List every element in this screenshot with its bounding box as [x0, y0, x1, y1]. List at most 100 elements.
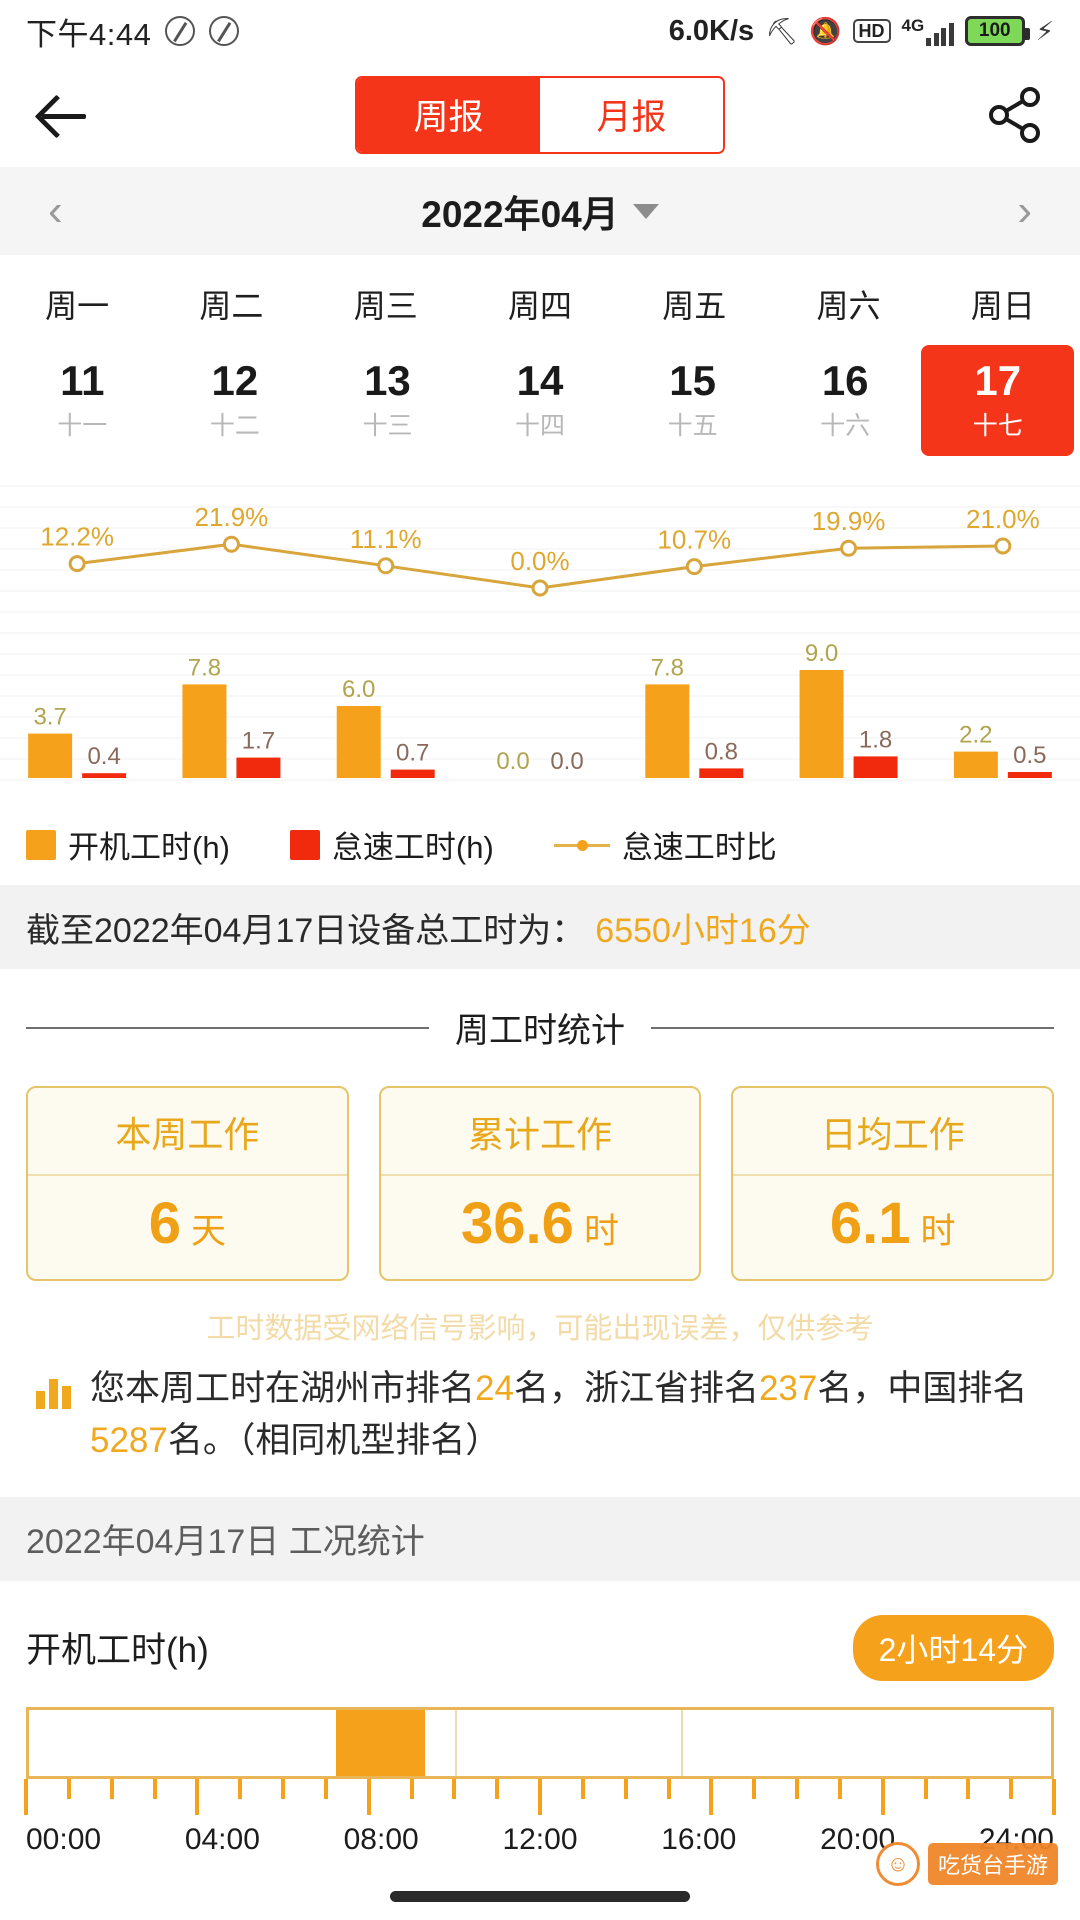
weekday-header: 周一 — [0, 281, 154, 327]
timeline-tick-minor — [110, 1779, 114, 1799]
date-cell[interactable]: 15 十五 — [616, 345, 769, 456]
timeline-tick-major — [195, 1779, 199, 1815]
timeline-tick-major — [881, 1779, 885, 1815]
timeline-tick-minor — [838, 1779, 842, 1799]
share-icon[interactable] — [984, 84, 1046, 146]
timeline-tick-minor — [624, 1779, 628, 1799]
stat-card-value: 6.1 — [830, 1190, 911, 1257]
timeline-tick-major — [1052, 1779, 1056, 1815]
legend-label: 怠速工时(h) — [332, 822, 494, 867]
date-number: 15 — [616, 357, 769, 404]
date-row: 11 十一 12 十二 13 十三 14 十四 15 十五 16 十六 17 十… — [0, 345, 1080, 456]
total-hours-band: 截至2022年04月17日设备总工时为： 6550小时16分 — [0, 885, 1080, 969]
silent-bell-icon: 🔕 — [809, 18, 841, 44]
date-cell[interactable]: 13 十三 — [311, 345, 464, 456]
divider-line — [26, 1027, 429, 1029]
stat-card-unit: 时 — [920, 1203, 955, 1254]
svg-text:0.7: 0.7 — [396, 740, 429, 767]
tab-weekly-report[interactable]: 周报 — [357, 78, 540, 152]
prev-month-button[interactable]: ‹ — [48, 189, 63, 233]
timeline-axis-label: 12:00 — [502, 1823, 577, 1857]
stat-card-title: 日均工作 — [733, 1088, 1052, 1176]
timeline-tick-minor — [67, 1779, 71, 1799]
weekday-header: 周三 — [309, 281, 463, 327]
next-month-button[interactable]: › — [1017, 189, 1032, 233]
date-number: 14 — [464, 357, 617, 404]
svg-text:7.8: 7.8 — [651, 654, 684, 681]
svg-text:0.8: 0.8 — [705, 738, 738, 765]
date-cell[interactable]: 11 十一 — [6, 345, 159, 456]
timeline-axis-label: 16:00 — [661, 1823, 736, 1857]
back-button[interactable] — [34, 85, 94, 145]
svg-text:19.9%: 19.9% — [812, 506, 886, 536]
legend-item-idle: 怠速工时(h) — [290, 822, 494, 867]
timeline-tick-minor — [924, 1779, 928, 1799]
month-label[interactable]: 2022年04月 — [421, 184, 658, 238]
network-type-label: 4G — [902, 17, 925, 34]
stat-card-unit: 时 — [584, 1203, 619, 1254]
date-number: 16 — [769, 357, 922, 404]
date-cell-selected[interactable]: 17 十七 — [921, 345, 1074, 456]
ranking-row: 您本周工时在湖州市排名24名，浙江省排名237名，中国排名5287名。（相同机型… — [0, 1353, 1080, 1497]
home-indicator — [390, 1891, 690, 1902]
stat-card-cumulative: 累计工作 36.6 时 — [379, 1086, 702, 1281]
report-type-tabs: 周报 月报 — [355, 76, 725, 154]
date-number: 17 — [921, 357, 1074, 404]
watermark-text: 吃货台手游 — [928, 1843, 1058, 1885]
timeline-tick-minor — [1009, 1779, 1013, 1799]
timeline-tick-minor — [667, 1779, 671, 1799]
stat-card-unit: 天 — [191, 1203, 226, 1254]
chart-canvas: 3.70.47.81.76.00.70.00.07.80.89.01.82.20… — [0, 478, 1080, 808]
battery-icon: 100 — [965, 16, 1025, 46]
timeline-divider — [681, 1710, 683, 1776]
weekly-stat-cards: 本周工作 6 天 累计工作 36.6 时 日均工作 6.1 时 — [0, 1052, 1080, 1281]
date-cell[interactable]: 16 十六 — [769, 345, 922, 456]
status-left-icons — [165, 16, 239, 46]
date-cell[interactable]: 12 十二 — [159, 345, 312, 456]
month-label-text: 2022年04月 — [421, 184, 618, 238]
svg-text:0.4: 0.4 — [87, 743, 120, 770]
weekday-header: 周六 — [771, 281, 925, 327]
svg-text:2.2: 2.2 — [959, 722, 992, 749]
tab-monthly-report[interactable]: 月报 — [540, 78, 723, 152]
svg-text:11.1%: 11.1% — [350, 524, 422, 554]
status-bar: 下午4:44 6.0K/s ⛏ 🔕 HD 4G 100 ⚡ — [0, 0, 1080, 62]
weekly-stats-heading: 周工时统计 — [0, 969, 1080, 1052]
timeline-tick-minor — [410, 1779, 414, 1799]
activity-timeline[interactable] — [26, 1707, 1054, 1779]
svg-text:7.8: 7.8 — [188, 654, 221, 681]
app-header: 周报 月报 — [0, 62, 1080, 167]
legend-item-power-on: 开机工时(h) — [26, 822, 230, 867]
timeline-tick-minor — [795, 1779, 799, 1799]
date-lunar: 十一 — [6, 406, 159, 442]
watermark: ☺ 吃货台手游 — [876, 1842, 1058, 1886]
weekday-header: 周二 — [154, 281, 308, 327]
daily-metric-row: 开机工时(h) 2小时14分 — [0, 1581, 1080, 1681]
timeline-tick-minor — [452, 1779, 456, 1799]
ranking-city-value: 24 — [475, 1369, 514, 1408]
timeline-tick-minor — [153, 1779, 157, 1799]
legend-line-icon — [554, 830, 610, 860]
total-hours-prefix: 截至2022年04月17日设备总工时为： — [26, 903, 585, 952]
stat-card-value: 36.6 — [461, 1190, 574, 1257]
timeline-divider — [455, 1710, 457, 1776]
timeline-tick-minor — [581, 1779, 585, 1799]
ranking-part-1: 您本周工时在湖州市排名 — [90, 1369, 475, 1408]
ranking-part-4: 名。（相同机型排名） — [168, 1421, 501, 1460]
weekday-header: 周四 — [463, 281, 617, 327]
svg-text:3.7: 3.7 — [33, 704, 66, 731]
svg-text:6.0: 6.0 — [342, 676, 375, 703]
stat-card-title: 累计工作 — [381, 1088, 700, 1176]
date-lunar: 十二 — [159, 406, 312, 442]
legend-label: 开机工时(h) — [68, 822, 230, 867]
status-right-icons: 6.0K/s ⛏ 🔕 HD 4G 100 ⚡ — [669, 15, 1054, 48]
date-lunar: 十四 — [464, 406, 617, 442]
timeline-tick-minor — [324, 1779, 328, 1799]
do-not-disturb-icon — [165, 16, 195, 46]
date-cell[interactable]: 14 十四 — [464, 345, 617, 456]
daily-metric-label: 开机工时(h) — [26, 1622, 209, 1673]
legend-label: 怠速工时比 — [622, 822, 777, 867]
date-lunar: 十五 — [616, 406, 769, 442]
timeline-axis-label: 00:00 — [26, 1823, 101, 1857]
do-not-disturb-icon — [209, 16, 239, 46]
